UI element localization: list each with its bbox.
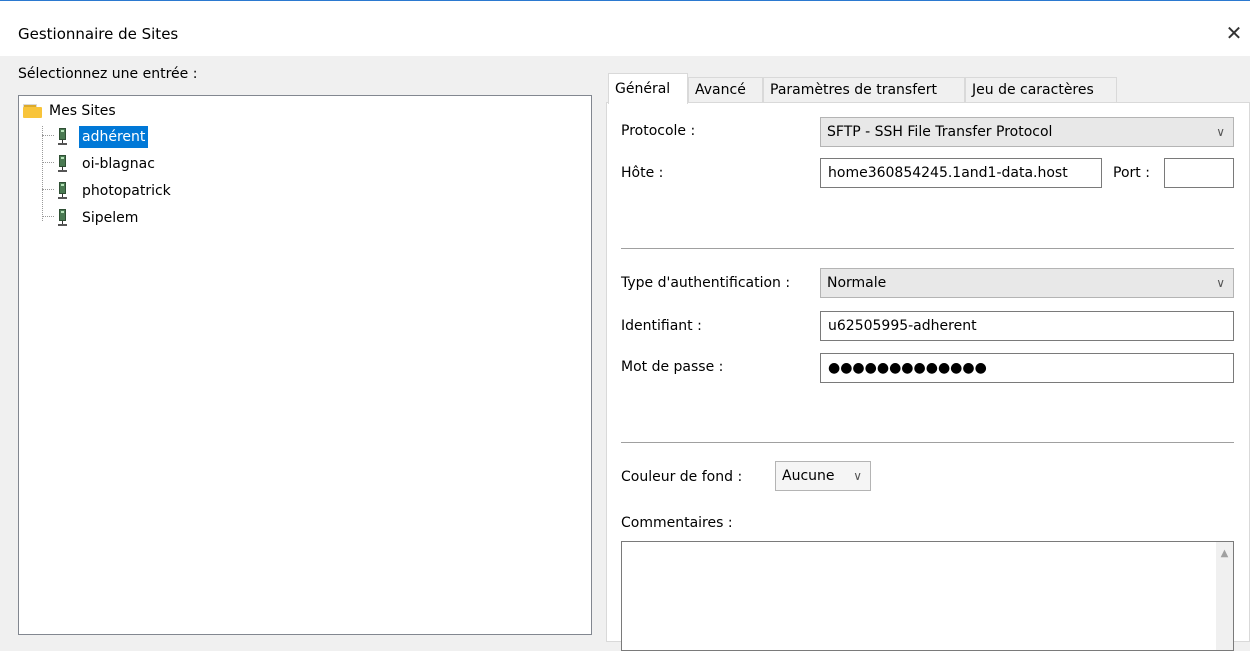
tree-line bbox=[42, 126, 43, 221]
tree-item-label: Sipelem bbox=[82, 210, 139, 226]
comments-label: Commentaires : bbox=[621, 515, 733, 531]
server-icon bbox=[57, 182, 67, 200]
chevron-down-icon: ∨ bbox=[1216, 276, 1225, 290]
tree-line bbox=[42, 216, 54, 217]
username-label: Identifiant : bbox=[621, 318, 702, 334]
close-icon: ✕ bbox=[1225, 21, 1243, 45]
separator bbox=[621, 442, 1234, 443]
username-input[interactable]: u62505995-adherent bbox=[820, 311, 1234, 341]
protocol-value: SFTP - SSH File Transfer Protocol bbox=[827, 124, 1053, 140]
window-title: Gestionnaire de Sites bbox=[18, 25, 179, 43]
tree-line bbox=[42, 162, 54, 163]
server-icon bbox=[57, 155, 67, 173]
separator bbox=[621, 248, 1234, 249]
general-tab-panel: Protocole : SFTP - SSH File Transfer Pro… bbox=[606, 102, 1250, 651]
background-color-label: Couleur de fond : bbox=[621, 469, 743, 485]
password-input[interactable]: ●●●●●●●●●●●●● bbox=[820, 353, 1234, 383]
port-input[interactable] bbox=[1164, 158, 1234, 188]
chevron-down-icon: ∨ bbox=[853, 469, 862, 483]
site-tree[interactable]: Mes Sites adhérent oi-blagnac photopatri… bbox=[18, 95, 592, 635]
server-icon bbox=[57, 128, 67, 146]
tab-charset[interactable]: Jeu de caractères bbox=[965, 77, 1117, 103]
host-label: Hôte : bbox=[621, 165, 664, 181]
comments-textarea[interactable]: ▲ bbox=[621, 541, 1234, 651]
window-titlebar: Gestionnaire de Sites ✕ bbox=[0, 0, 1250, 56]
protocol-select[interactable]: SFTP - SSH File Transfer Protocol ∨ bbox=[820, 117, 1234, 147]
tree-item-label: adhérent bbox=[79, 126, 149, 148]
tree-line bbox=[42, 135, 54, 136]
tree-item-label: photopatrick bbox=[82, 183, 171, 199]
folder-icon bbox=[23, 104, 42, 118]
server-icon bbox=[57, 209, 67, 227]
tree-root-label: Mes Sites bbox=[49, 103, 116, 119]
background-color-select[interactable]: Aucune ∨ bbox=[775, 461, 871, 491]
tree-line bbox=[42, 189, 54, 190]
tab-advanced[interactable]: Avancé bbox=[688, 77, 763, 103]
protocol-label: Protocole : bbox=[621, 123, 696, 139]
tree-item-label: oi-blagnac bbox=[82, 156, 155, 172]
scroll-up-arrow-icon[interactable]: ▲ bbox=[1216, 548, 1233, 559]
port-label: Port : bbox=[1113, 165, 1150, 181]
select-entry-label: Sélectionnez une entrée : bbox=[18, 66, 198, 82]
auth-type-value: Normale bbox=[827, 275, 887, 291]
auth-type-select[interactable]: Normale ∨ bbox=[820, 268, 1234, 298]
tab-general[interactable]: Général bbox=[608, 73, 688, 104]
background-color-value: Aucune bbox=[782, 468, 835, 484]
password-label: Mot de passe : bbox=[621, 359, 724, 375]
tab-transfer-settings[interactable]: Paramètres de transfert bbox=[763, 77, 965, 103]
host-input[interactable]: home360854245.1and1-data.host bbox=[820, 158, 1102, 188]
chevron-down-icon: ∨ bbox=[1216, 125, 1225, 139]
close-button[interactable]: ✕ bbox=[1218, 17, 1250, 49]
auth-type-label: Type d'authentification : bbox=[621, 275, 791, 291]
comments-scrollbar[interactable]: ▲ bbox=[1216, 542, 1233, 650]
